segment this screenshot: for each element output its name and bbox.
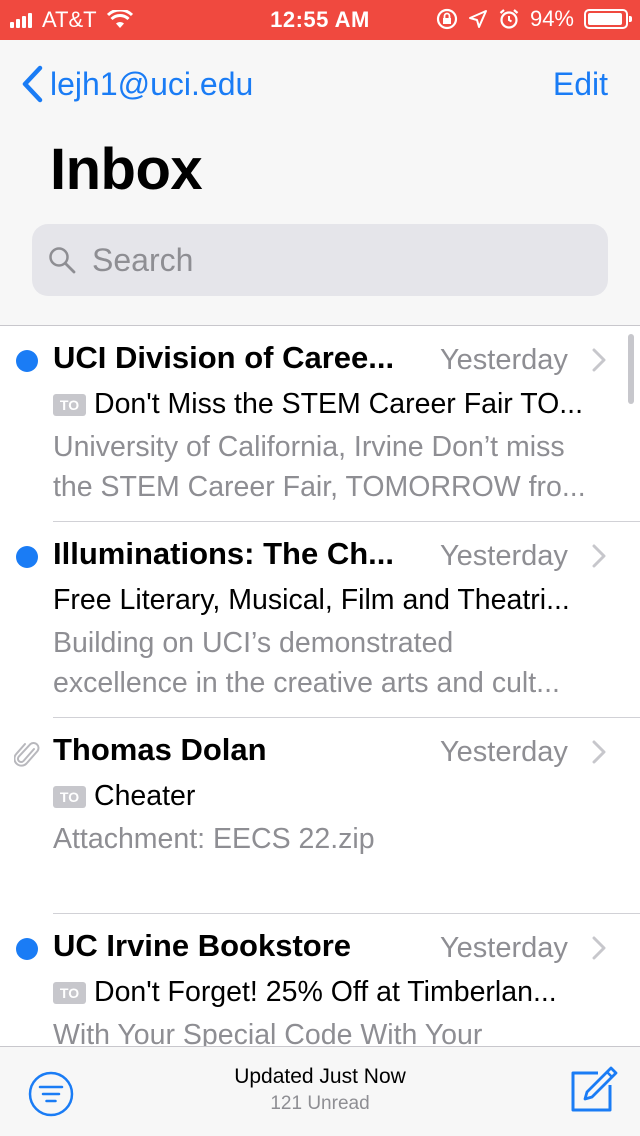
to-badge: TO	[53, 785, 86, 808]
message-preview-line: excellence in the creative arts and cult…	[53, 667, 560, 699]
paperclip-icon	[13, 740, 40, 767]
unread-dot-icon	[14, 348, 38, 372]
compose-button[interactable]	[568, 1065, 618, 1120]
message-preview: Building on UCI’s demonstrated excellenc…	[53, 623, 608, 703]
unread-dot-icon	[14, 544, 38, 568]
chevron-left-icon	[14, 62, 50, 106]
message-date: Yesterday	[440, 344, 568, 376]
battery-percent: 94%	[529, 6, 574, 31]
page-title: Inbox	[50, 137, 203, 202]
compose-icon	[571, 1066, 618, 1112]
message-subject-text: Free Literary, Musical, Film and Theatri…	[53, 584, 570, 616]
mailbox-header: lejh1@uci.edu Edit Inbox	[0, 40, 640, 326]
to-badge: TO	[53, 981, 86, 1004]
message-preview-line: Attachment: EECS 22.zip	[53, 823, 375, 855]
message-date: Yesterday	[440, 932, 568, 964]
chevron-right-icon	[592, 544, 606, 573]
message-preview-line: With Your Special Code With Your	[53, 1019, 483, 1046]
to-badge: TO	[53, 393, 86, 416]
message-subject: TO Don't Forget! 25% Off at Timberlan...	[53, 976, 608, 1009]
updated-status: Updated Just Now	[234, 1065, 406, 1088]
search-bar[interactable]	[32, 224, 608, 296]
orientation-lock-icon	[436, 8, 458, 30]
message-preview: Attachment: EECS 22.zip	[53, 819, 608, 859]
message-sender: UC Irvine Bookstore	[53, 928, 352, 963]
status-bar: AT&T 12:55 AM 94%	[0, 0, 640, 40]
scrollbar-thumb[interactable]	[628, 334, 634, 404]
chevron-right-icon	[592, 348, 606, 377]
message-sender: Thomas Dolan	[53, 732, 267, 767]
chevron-right-icon	[592, 740, 606, 769]
chevron-right-icon	[592, 936, 606, 965]
message-row[interactable]: UCI Division of Caree... Yesterday TO Do…	[0, 326, 640, 522]
message-subject: TO Cheater	[53, 780, 608, 813]
message-subject-text: Don't Forget! 25% Off at Timberlan...	[94, 976, 557, 1008]
back-to-account-button[interactable]: lejh1@uci.edu	[14, 62, 253, 106]
message-subject: Free Literary, Musical, Film and Theatri…	[53, 584, 608, 617]
message-preview-line: Building on UCI’s demonstrated	[53, 627, 454, 659]
message-sender: Illuminations: The Ch...	[53, 536, 394, 571]
bottom-toolbar: Updated Just Now 121 Unread	[0, 1046, 640, 1136]
message-row[interactable]: Thomas Dolan Yesterday TO Cheater Attach…	[0, 718, 640, 914]
message-preview: With Your Special Code With Your	[53, 1015, 608, 1046]
edit-button[interactable]: Edit	[553, 66, 608, 103]
unread-dot-icon	[14, 936, 38, 960]
message-row[interactable]: Illuminations: The Ch... Yesterday Free …	[0, 522, 640, 718]
search-icon	[49, 247, 76, 274]
message-list[interactable]: UCI Division of Caree... Yesterday TO Do…	[0, 326, 640, 1046]
message-preview-line: the STEM Career Fair, TOMORROW fro...	[53, 471, 586, 503]
message-date: Yesterday	[440, 736, 568, 768]
location-arrow-icon	[468, 10, 487, 28]
mailbox-status: Updated Just Now 121 Unread	[0, 1065, 640, 1115]
message-date: Yesterday	[440, 540, 568, 572]
message-sender: UCI Division of Caree...	[53, 340, 395, 375]
battery-icon	[584, 9, 632, 29]
alarm-clock-icon	[499, 9, 519, 29]
message-subject: TO Don't Miss the STEM Career Fair TO...	[53, 388, 608, 421]
message-preview: University of California, Irvine Don’t m…	[53, 427, 608, 507]
unread-count: 121 Unread	[270, 1093, 370, 1114]
back-label: lejh1@uci.edu	[50, 65, 254, 102]
message-subject-text: Don't Miss the STEM Career Fair TO...	[94, 388, 584, 420]
message-row[interactable]: UC Irvine Bookstore Yesterday TO Don't F…	[0, 914, 640, 1046]
message-preview-line: University of California, Irvine Don’t m…	[53, 431, 565, 463]
search-input[interactable]	[90, 240, 574, 280]
message-subject-text: Cheater	[94, 780, 196, 812]
